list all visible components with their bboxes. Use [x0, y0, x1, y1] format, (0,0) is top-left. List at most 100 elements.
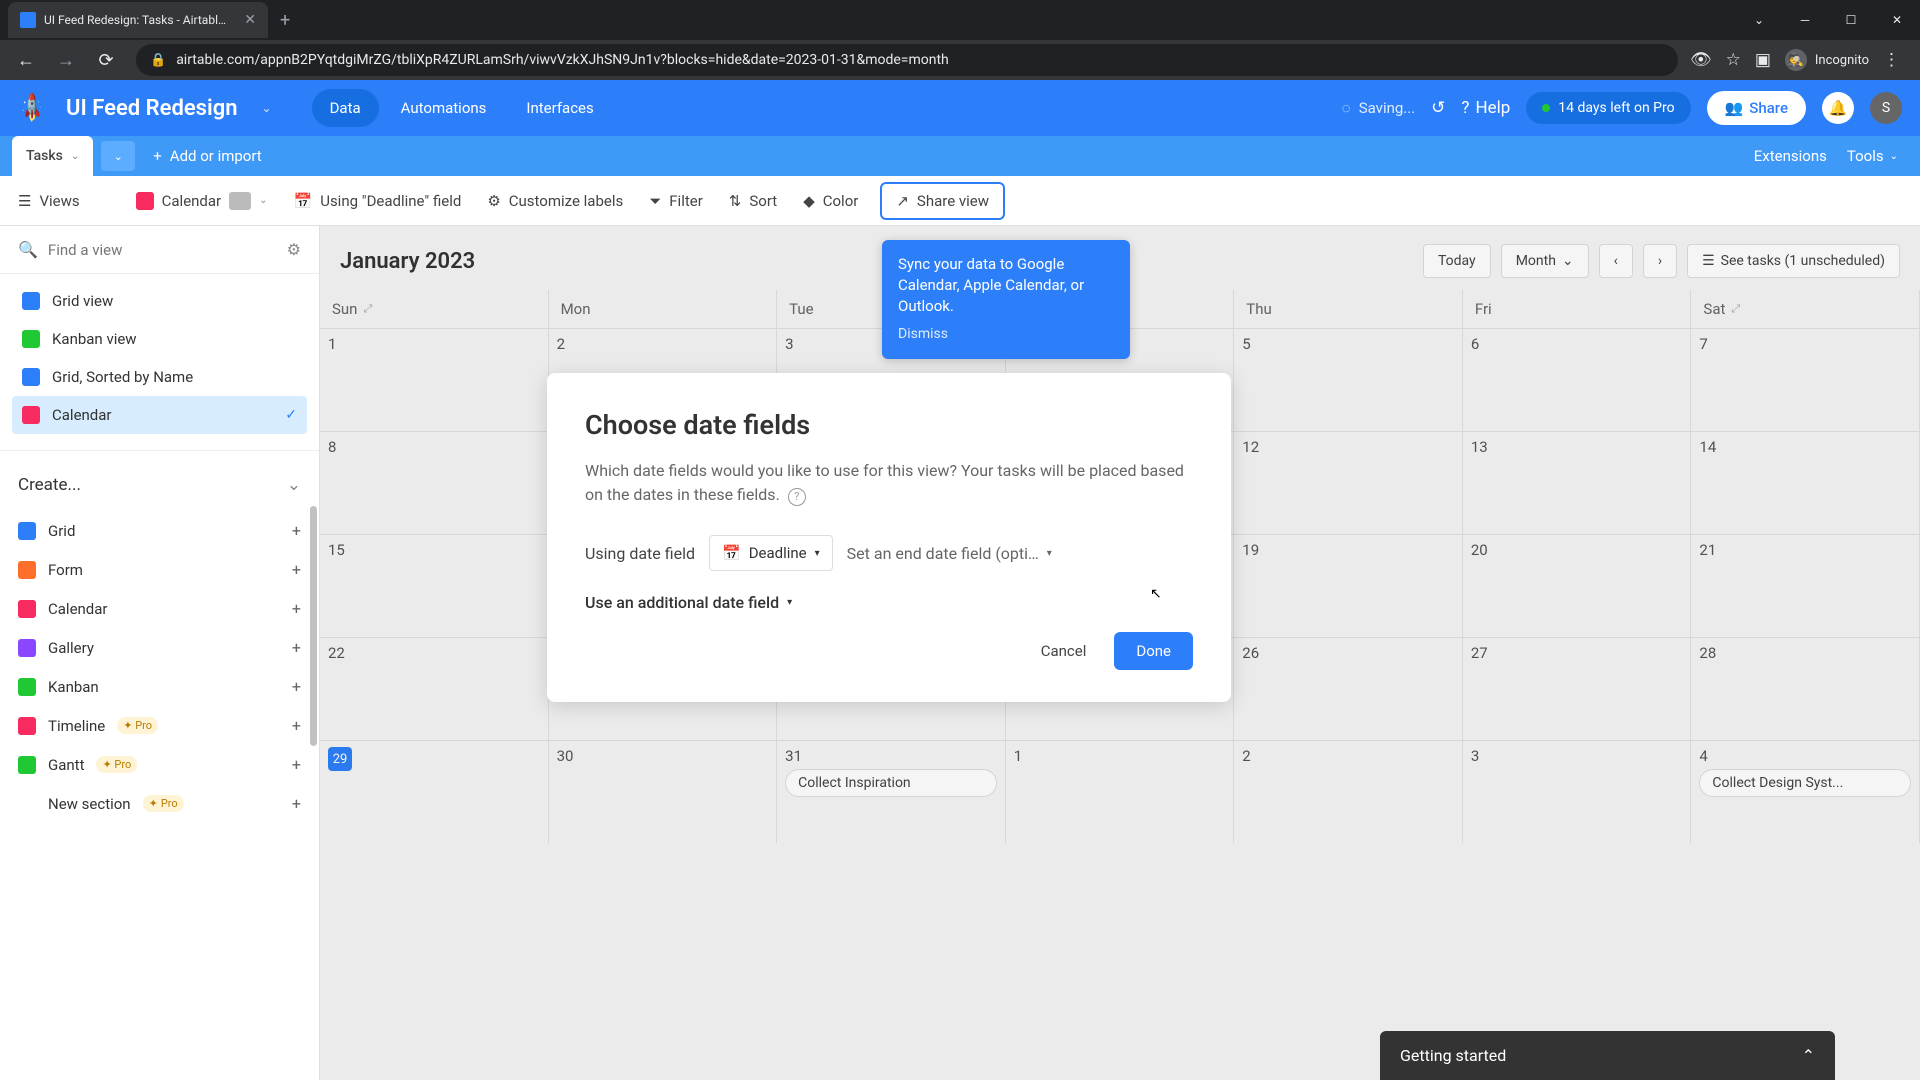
search-input[interactable] — [48, 241, 277, 259]
create-grid[interactable]: Grid+ — [0, 511, 319, 550]
nav-tab-interfaces[interactable]: Interfaces — [508, 89, 611, 127]
sidebar-view-grid-sorted-by-name[interactable]: Grid, Sorted by Name — [12, 358, 307, 396]
plus-icon[interactable]: + — [292, 521, 301, 540]
sort-button[interactable]: ⇅ Sort — [725, 186, 781, 216]
caret-down-icon[interactable]: ⌄ — [1736, 0, 1782, 40]
sidebar-create-header[interactable]: Create... ⌄ — [0, 459, 319, 511]
create-gallery[interactable]: Gallery+ — [0, 628, 319, 667]
dismiss-button[interactable]: Dismiss — [898, 325, 1114, 345]
sidebar-view-kanban-view[interactable]: Kanban view — [12, 320, 307, 358]
base-title[interactable]: UI Feed Redesign — [66, 96, 238, 121]
maximize-button[interactable]: ☐ — [1828, 0, 1874, 40]
extensions-link[interactable]: Extensions — [1754, 147, 1827, 165]
help-button[interactable]: ? Help — [1461, 98, 1510, 118]
plus-icon[interactable]: + — [292, 716, 301, 735]
additional-date-field-button[interactable]: Use an additional date field ▾ — [585, 593, 1193, 612]
forward-button[interactable]: → — [48, 42, 84, 78]
color-button[interactable]: ◆ Color — [799, 186, 862, 216]
view-name-selector[interactable]: Calendar ⌄ — [132, 186, 272, 216]
customize-labels-button[interactable]: ⚙ Customize labels — [483, 186, 627, 216]
filter-button[interactable]: ⏷ Filter — [645, 186, 707, 216]
done-button[interactable]: Done — [1114, 632, 1193, 670]
chevron-down-icon[interactable]: ⌄ — [71, 151, 79, 162]
sidebar-view-grid-view[interactable]: Grid view — [12, 282, 307, 320]
chevron-down-icon[interactable]: ⌄ — [262, 101, 272, 115]
cancel-button[interactable]: Cancel — [1023, 632, 1105, 670]
plus-icon[interactable]: + — [292, 638, 301, 657]
table-tab-tasks[interactable]: Tasks ⌄ — [12, 136, 93, 176]
favicon-icon — [20, 12, 36, 28]
notifications-button[interactable]: 🔔 — [1822, 92, 1854, 124]
table-list-button[interactable]: ⌄ — [101, 141, 135, 171]
reload-button[interactable]: ⟳ — [88, 42, 124, 78]
trial-badge[interactable]: 14 days left on Pro — [1526, 92, 1690, 124]
star-icon[interactable]: ☆ — [1726, 50, 1741, 70]
history-icon[interactable]: ↺ — [1431, 98, 1445, 118]
saving-indicator: ◌ Saving... — [1342, 99, 1415, 117]
calendar-icon: 📅 — [722, 544, 741, 562]
close-window-button[interactable]: ✕ — [1874, 0, 1920, 40]
chevron-up-icon[interactable]: ⌃ — [1802, 1046, 1815, 1065]
new-tab-button[interactable]: + — [280, 10, 290, 31]
date-field-selector[interactable]: 📅 Deadline ▾ — [709, 535, 833, 571]
end-date-field-selector[interactable]: Set an end date field (opti… ▾ — [847, 544, 1052, 563]
question-icon: ? — [1461, 98, 1469, 118]
using-date-label: Using date field — [585, 544, 695, 563]
menu-icon[interactable]: ⋮ — [1883, 50, 1900, 70]
create-timeline[interactable]: Timeline✦ Pro+ — [0, 706, 319, 745]
caret-down-icon: ▾ — [1047, 548, 1052, 559]
external-link-icon: ↗ — [896, 192, 909, 210]
create-calendar[interactable]: Calendar+ — [0, 589, 319, 628]
nav-tab-data[interactable]: Data — [312, 89, 379, 127]
nav-tab-automations[interactable]: Automations — [383, 89, 505, 127]
kanban-icon — [22, 330, 40, 348]
menu-icon: ☰ — [18, 192, 31, 210]
rocket-icon[interactable]: 🚀 — [12, 88, 52, 128]
grid-icon — [22, 368, 40, 386]
sidebar-search[interactable]: 🔍 ⚙ — [0, 226, 319, 274]
search-icon: 🔍 — [18, 240, 38, 259]
views-button[interactable]: ☰ Views — [14, 186, 84, 216]
minimize-button[interactable]: ─ — [1782, 0, 1828, 40]
using-field-button[interactable]: 📅 Using "Deadline" field — [290, 186, 466, 216]
create-gantt[interactable]: Gantt✦ Pro+ — [0, 745, 319, 784]
modal-title: Choose date fields — [585, 409, 1193, 441]
gear-icon: ⚙ — [487, 192, 500, 210]
pro-badge: ✦ Pro — [143, 795, 184, 812]
address-bar: ← → ⟳ 🔒 airtable.com/appnB2PYqtdgiMrZG/t… — [0, 40, 1920, 80]
caret-down-icon: ▾ — [815, 548, 820, 559]
create-kanban[interactable]: Kanban+ — [0, 667, 319, 706]
sidebar-new-section[interactable]: New section ✦ Pro + — [0, 784, 319, 823]
getting-started-panel[interactable]: Getting started ⌃ — [1380, 1031, 1835, 1080]
share-view-button[interactable]: ↗ Share view — [880, 182, 1005, 220]
plus-icon[interactable]: + — [292, 794, 301, 813]
avatar[interactable]: S — [1870, 92, 1902, 124]
gear-icon[interactable]: ⚙ — [287, 240, 301, 259]
share-button[interactable]: 👥 Share — [1707, 91, 1806, 125]
tools-link[interactable]: Tools ⌄ — [1847, 147, 1898, 165]
gallery-icon — [18, 639, 36, 657]
modal-description: Which date fields would you like to use … — [585, 459, 1193, 507]
panel-icon[interactable]: ▣ — [1755, 50, 1771, 70]
create-form[interactable]: Form+ — [0, 550, 319, 589]
url-text: airtable.com/appnB2PYqtdgiMrZG/tbliXpR4Z… — [176, 52, 1664, 68]
sidebar-view-calendar[interactable]: Calendar✓ — [12, 396, 307, 434]
plus-icon[interactable]: + — [292, 677, 301, 696]
paint-icon: ◆ — [803, 192, 815, 210]
back-button[interactable]: ← — [8, 42, 44, 78]
lock-icon: 🔒 — [150, 53, 166, 68]
browser-tab[interactable]: UI Feed Redesign: Tasks - Airtabl… ✕ — [8, 2, 268, 38]
plus-icon[interactable]: + — [292, 560, 301, 579]
add-import-button[interactable]: + Add or import — [153, 147, 261, 165]
help-icon[interactable]: ? — [788, 488, 806, 506]
grid-icon — [18, 522, 36, 540]
close-icon[interactable]: ✕ — [244, 12, 256, 28]
plus-icon[interactable]: + — [292, 599, 301, 618]
browser-tab-strip: UI Feed Redesign: Tasks - Airtabl… ✕ + ⌄… — [0, 0, 1920, 40]
scrollbar[interactable] — [310, 506, 317, 746]
plus-icon[interactable]: + — [292, 755, 301, 774]
window-controls: ⌄ ─ ☐ ✕ — [1736, 0, 1920, 40]
url-field[interactable]: 🔒 airtable.com/appnB2PYqtdgiMrZG/tbliXpR… — [136, 44, 1678, 76]
incognito-icon: 🕵 — [1785, 49, 1807, 71]
eye-off-icon[interactable]: 👁 — [1690, 50, 1712, 70]
